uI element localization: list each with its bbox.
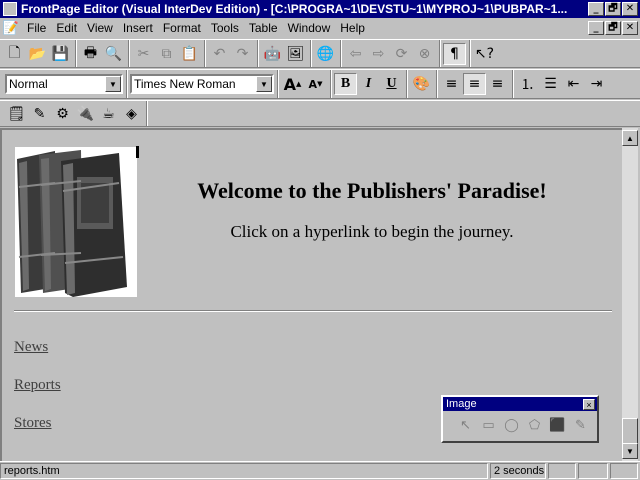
page-subheading[interactable]: Click on a hyperlink to begin the journe… <box>142 222 602 242</box>
standard-toolbar: 🗋 📂 💾 🖶 🔍 ✂ ⧉ 📋 ↶ ↷ 🤖 🖼 🌐 ⇦ ⇨ ⟳ ⊗ ¶ ↖? <box>0 39 640 68</box>
highlight-hotspots-icon[interactable]: ⬛ <box>547 415 568 435</box>
make-transparent-icon[interactable]: ✎ <box>570 415 591 435</box>
circle-hotspot-icon[interactable]: ◯ <box>501 415 522 435</box>
doc-minimize-button[interactable]: _ <box>588 21 604 35</box>
open-icon[interactable]: 📂 <box>26 43 49 65</box>
decrease-font-size-button[interactable]: A ▼ <box>304 73 327 95</box>
refresh-icon[interactable]: ⟳ <box>390 43 413 65</box>
insert-design-control-icon[interactable]: ◈ <box>120 103 143 125</box>
numbered-list-icon[interactable]: ⒈ <box>516 73 539 95</box>
copy-icon[interactable]: ⧉ <box>155 43 178 65</box>
insert-activex-icon[interactable]: ⚙ <box>51 103 74 125</box>
text-cursor <box>136 146 139 158</box>
status-panel-num <box>578 463 608 479</box>
image-palette-title: Image <box>446 398 477 410</box>
print-preview-icon[interactable]: 🔍 <box>102 43 125 65</box>
page-heading[interactable]: Welcome to the Publishers' Paradise! <box>142 178 602 204</box>
insert-image-icon[interactable]: 🖼 <box>284 43 307 65</box>
cut-icon[interactable]: ✂ <box>132 43 155 65</box>
close-button[interactable]: ✕ <box>622 2 638 16</box>
text-color-icon[interactable]: 🎨 <box>410 73 433 95</box>
stop-icon[interactable]: ⊗ <box>413 43 436 65</box>
new-icon[interactable]: 🗋 <box>3 43 26 65</box>
document-icon[interactable]: 📝 <box>2 20 20 36</box>
insert-plugin-icon[interactable]: 🔌 <box>74 103 97 125</box>
italic-button[interactable]: I <box>357 73 380 95</box>
print-icon[interactable]: 🖶 <box>79 43 102 65</box>
chevron-down-icon[interactable]: ▼ <box>105 76 121 92</box>
polygon-hotspot-icon[interactable]: ⬠ <box>524 415 545 435</box>
bold-button[interactable]: B <box>334 73 357 95</box>
menu-bar: 📝 File Edit View Insert Format Tools Tab… <box>0 18 640 38</box>
insert-form-field-icon[interactable]: 🗒 <box>5 103 28 125</box>
save-icon[interactable]: 💾 <box>49 43 72 65</box>
insert-webbot-icon[interactable]: 🤖 <box>261 43 284 65</box>
image-palette-titlebar[interactable]: Image × <box>443 397 597 411</box>
decrease-font-label: A <box>308 77 318 91</box>
image-toolbar-palette: Image × ↖ ▭ ◯ ⬠ ⬛ ✎ <box>441 395 599 443</box>
select-pointer-icon[interactable]: ↖ <box>455 415 476 435</box>
chevron-down-icon[interactable]: ▼ <box>256 76 272 92</box>
link-reports[interactable]: Reports <box>14 377 61 394</box>
menu-file[interactable]: File <box>22 21 51 35</box>
hyperlink-icon[interactable]: 🌐 <box>314 43 337 65</box>
vertical-scrollbar[interactable]: ▲ ▼ <box>622 128 638 461</box>
status-file: reports.htm <box>0 463 488 479</box>
status-panel-caps <box>548 463 576 479</box>
insert-java-applet-icon[interactable]: ☕ <box>97 103 120 125</box>
redo-icon[interactable]: ↷ <box>231 43 254 65</box>
menu-format[interactable]: Format <box>158 21 206 35</box>
books-image[interactable] <box>15 147 137 297</box>
undo-icon[interactable]: ↶ <box>208 43 231 65</box>
menu-insert[interactable]: Insert <box>118 21 158 35</box>
window-title: FrontPage Editor (Visual InterDev Editio… <box>21 2 568 16</box>
doc-restore-button[interactable]: 🗗 <box>605 21 621 35</box>
help-icon[interactable]: ↖? <box>473 43 496 65</box>
align-center-icon[interactable]: ≡ <box>463 73 486 95</box>
paste-icon[interactable]: 📋 <box>178 43 201 65</box>
increase-font-label: A <box>283 74 296 94</box>
image-palette-close-button[interactable]: × <box>583 398 595 410</box>
show-all-icon[interactable]: ¶ <box>443 42 466 65</box>
menu-view[interactable]: View <box>82 21 118 35</box>
rectangle-hotspot-icon[interactable]: ▭ <box>478 415 499 435</box>
status-panel-scroll <box>610 463 638 479</box>
horizontal-rule[interactable] <box>14 310 612 312</box>
bulleted-list-icon[interactable]: ☰ <box>539 73 562 95</box>
frontpage-app-icon[interactable] <box>3 2 17 16</box>
forward-icon[interactable]: ⇨ <box>367 43 390 65</box>
format-toolbar: Normal ▼ Times New Roman ▼ A ▲ A ▼ B I U 🎨… <box>0 69 640 99</box>
increase-indent-icon[interactable]: ⇥ <box>585 73 608 95</box>
increase-font-size-button[interactable]: A ▲ <box>281 73 304 95</box>
style-select-value: Normal <box>9 77 48 91</box>
minimize-button[interactable]: _ <box>588 2 604 16</box>
menu-tools[interactable]: Tools <box>206 21 244 35</box>
link-news[interactable]: News <box>14 339 48 356</box>
insert-script-icon[interactable]: ✎ <box>28 103 51 125</box>
back-icon[interactable]: ⇦ <box>344 43 367 65</box>
decrease-indent-icon[interactable]: ⇤ <box>562 73 585 95</box>
style-select[interactable]: Normal ▼ <box>5 74 123 94</box>
menu-help[interactable]: Help <box>335 21 370 35</box>
menu-edit[interactable]: Edit <box>51 21 82 35</box>
doc-close-button[interactable]: ✕ <box>622 21 638 35</box>
forms-toolbar: 🗒 ✎ ⚙ 🔌 ☕ ◈ <box>0 100 640 127</box>
menu-window[interactable]: Window <box>283 21 336 35</box>
font-select[interactable]: Times New Roman ▼ <box>130 74 274 94</box>
restore-button[interactable]: 🗗 <box>605 2 621 16</box>
scroll-down-button[interactable]: ▼ <box>622 443 638 459</box>
align-left-icon[interactable]: ≡ <box>440 73 463 95</box>
status-bar: reports.htm 2 seconds <box>0 461 640 480</box>
align-right-icon[interactable]: ≡ <box>486 73 509 95</box>
link-stores[interactable]: Stores <box>14 415 52 432</box>
menu-table[interactable]: Table <box>244 21 283 35</box>
scroll-up-button[interactable]: ▲ <box>622 130 638 146</box>
font-select-value: Times New Roman <box>134 77 236 91</box>
status-time: 2 seconds <box>490 463 546 479</box>
underline-button[interactable]: U <box>380 73 403 95</box>
title-bar: FrontPage Editor (Visual InterDev Editio… <box>0 0 640 18</box>
